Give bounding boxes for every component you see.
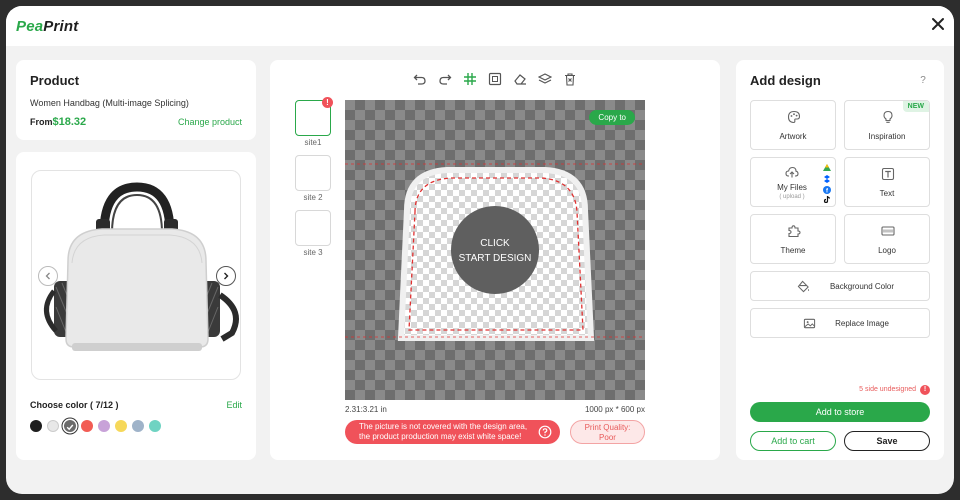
design-canvas[interactable]: CLICK START DESIGN Copy to bbox=[345, 100, 645, 400]
site-label-3: site 3 bbox=[303, 248, 323, 257]
new-badge: NEW bbox=[902, 101, 929, 112]
logo-card[interactable]: Logo bbox=[844, 214, 930, 264]
fit-screen-icon[interactable] bbox=[488, 72, 502, 86]
color-swatch[interactable] bbox=[30, 420, 42, 432]
cloud-services-icons: f bbox=[823, 164, 831, 203]
product-name: Women Handbag (Multi-image Splicing) bbox=[30, 98, 189, 108]
add-to-store-button[interactable]: Add to store bbox=[750, 402, 930, 422]
start-design-button[interactable]: CLICK START DESIGN bbox=[451, 236, 539, 266]
coverage-warning: The picture is not covered with the desi… bbox=[345, 420, 560, 444]
text-card[interactable]: Text bbox=[844, 157, 930, 207]
product-panel: Product Women Handbag (Multi-image Splic… bbox=[16, 60, 256, 140]
copy-to-button[interactable]: Copy to bbox=[589, 110, 635, 125]
lightbulb-icon bbox=[883, 110, 893, 123]
save-button[interactable]: Save bbox=[844, 431, 930, 451]
site-thumb-3[interactable] bbox=[295, 210, 331, 246]
undo-icon[interactable] bbox=[413, 72, 427, 86]
undesigned-warning: 5 side undesigned bbox=[859, 386, 916, 393]
color-swatch[interactable] bbox=[132, 420, 144, 432]
check-icon bbox=[66, 424, 74, 431]
help-circle-icon[interactable] bbox=[538, 425, 552, 439]
app-window: PeaPrint Product Women Handbag (Multi-im… bbox=[6, 6, 954, 494]
chevron-left-icon bbox=[45, 272, 50, 280]
artwork-card[interactable]: Artwork bbox=[750, 100, 836, 150]
top-bar: PeaPrint bbox=[6, 6, 954, 46]
grid-icon[interactable] bbox=[463, 72, 477, 86]
site-warning-badge: ! bbox=[322, 97, 333, 108]
color-swatch[interactable] bbox=[115, 420, 127, 432]
site-thumb-2[interactable] bbox=[295, 155, 331, 191]
redo-icon[interactable] bbox=[438, 72, 452, 86]
change-product-link[interactable]: Change product bbox=[178, 117, 242, 127]
product-image-box bbox=[31, 170, 241, 380]
theme-card[interactable]: Theme bbox=[750, 214, 836, 264]
next-image-button[interactable] bbox=[216, 266, 236, 286]
color-swatch[interactable] bbox=[64, 420, 76, 432]
text-icon bbox=[881, 167, 895, 181]
ratio-label: 2.31:3.21 in bbox=[345, 405, 387, 414]
color-swatch[interactable] bbox=[47, 420, 59, 432]
design-canvas-panel: ! site1 site 2 site 3 CLICK START DESIGN… bbox=[270, 60, 720, 460]
color-swatch[interactable] bbox=[81, 420, 93, 432]
handbag-image bbox=[44, 182, 239, 351]
prev-image-button[interactable] bbox=[38, 266, 58, 286]
warning-icon: ! bbox=[920, 385, 930, 395]
inspiration-card[interactable]: NEW Inspiration bbox=[844, 100, 930, 150]
choose-color-label: Choose color ( 7/12 ) bbox=[30, 400, 119, 410]
add-design-heading: Add design bbox=[750, 73, 821, 88]
edit-colors-link[interactable]: Edit bbox=[226, 400, 242, 410]
puzzle-icon bbox=[788, 225, 801, 238]
replace-image-button[interactable]: Replace Image bbox=[750, 308, 930, 338]
palette-icon bbox=[787, 110, 801, 124]
site-label-1: site1 bbox=[304, 138, 322, 147]
color-swatch[interactable] bbox=[98, 420, 110, 432]
print-quality-badge: Print Quality: Poor bbox=[570, 420, 645, 444]
close-icon[interactable] bbox=[930, 16, 946, 32]
product-price: $18.32 bbox=[52, 116, 87, 128]
site-label-2: site 2 bbox=[303, 193, 323, 202]
add-design-panel: Add design ? Artwork NEW Inspiration My … bbox=[736, 60, 944, 460]
resolution-label: 1000 px * 600 px bbox=[584, 405, 645, 414]
my-files-card[interactable]: My Files ( upload ) f bbox=[750, 157, 836, 207]
eraser-icon[interactable] bbox=[513, 72, 527, 86]
product-preview-panel: Choose color ( 7/12 ) Edit bbox=[16, 152, 256, 460]
logo-icon bbox=[881, 226, 895, 236]
add-to-cart-button[interactable]: Add to cart bbox=[750, 431, 836, 451]
layers-icon[interactable] bbox=[538, 72, 552, 86]
site-thumb-1[interactable]: ! bbox=[295, 97, 333, 136]
trash-icon[interactable] bbox=[563, 72, 577, 86]
chevron-right-icon bbox=[224, 272, 229, 280]
background-color-button[interactable]: Background Color bbox=[750, 271, 930, 301]
product-heading: Product bbox=[30, 73, 80, 88]
app-logo: PeaPrint bbox=[16, 18, 79, 35]
cloud-upload-icon bbox=[785, 166, 799, 178]
product-price-line: From$18.32 bbox=[30, 116, 87, 128]
help-button[interactable]: ? bbox=[916, 74, 930, 88]
color-swatch[interactable] bbox=[149, 420, 161, 432]
